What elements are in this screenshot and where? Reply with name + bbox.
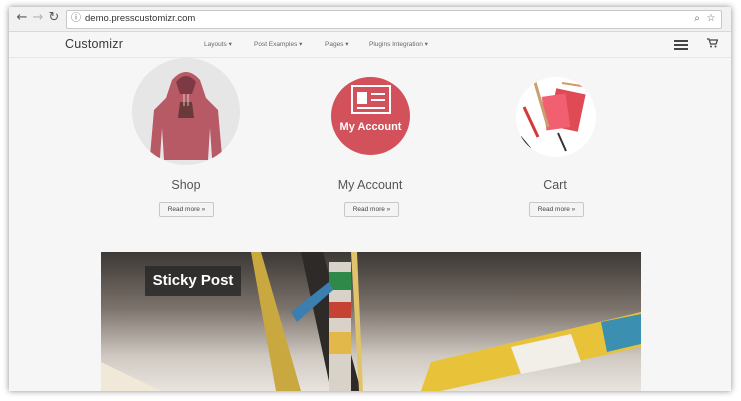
browser-toolbar: ← → ↻ ⓘ demo.presscustomizr.com ⌕ ☆ [9,7,731,32]
zoom-icon[interactable]: ⌕ [691,13,703,25]
cart-stationery-image[interactable] [516,77,596,157]
read-more-button[interactable]: Read more » [344,202,399,217]
menu-item-layouts[interactable]: Layouts ▾ [204,40,232,48]
my-account-image[interactable]: My Account [331,77,410,155]
url-text[interactable]: demo.presscustomizr.com [85,13,195,25]
featured-page-cart: Cart Read more » [495,57,615,227]
sticky-post-label[interactable]: Sticky Post [145,266,241,296]
menu-item-post-examples[interactable]: Post Examples ▾ [254,40,302,48]
featured-title[interactable]: Cart [495,178,615,192]
featured-page-my-account: My Account My Account Read more » [310,57,430,227]
my-account-image-label: My Account [339,121,402,133]
back-arrow-icon[interactable]: ← [15,11,29,25]
id-card-icon [351,85,391,114]
hamburger-menu-icon[interactable] [674,40,688,50]
read-more-button[interactable]: Read more » [529,202,584,217]
read-more-button[interactable]: Read more » [159,202,214,217]
sticky-post-image[interactable]: Sticky Post [101,252,641,391]
address-bar[interactable]: ⓘ demo.presscustomizr.com ⌕ ☆ [66,10,722,29]
featured-title[interactable]: My Account [310,178,430,192]
site-brand[interactable]: Customizr [65,37,123,51]
shopping-cart-icon[interactable] [707,38,719,51]
reload-icon[interactable]: ↻ [47,11,61,25]
menu-item-pages[interactable]: Pages ▾ [325,40,349,48]
browser-window: ← → ↻ ⓘ demo.presscustomizr.com ⌕ ☆ Cust… [9,7,731,391]
forward-arrow-icon[interactable]: → [31,11,45,25]
info-icon[interactable]: ⓘ [70,13,82,25]
featured-page-shop: Shop Read more » [126,57,246,227]
hoodie-image[interactable] [132,58,240,165]
featured-title[interactable]: Shop [126,178,246,192]
star-icon[interactable]: ☆ [705,13,717,25]
menu-item-plugins-integration[interactable]: Plugins Integration ▾ [369,40,428,48]
site-header: Customizr Layouts ▾ Post Examples ▾ Page… [9,32,731,58]
